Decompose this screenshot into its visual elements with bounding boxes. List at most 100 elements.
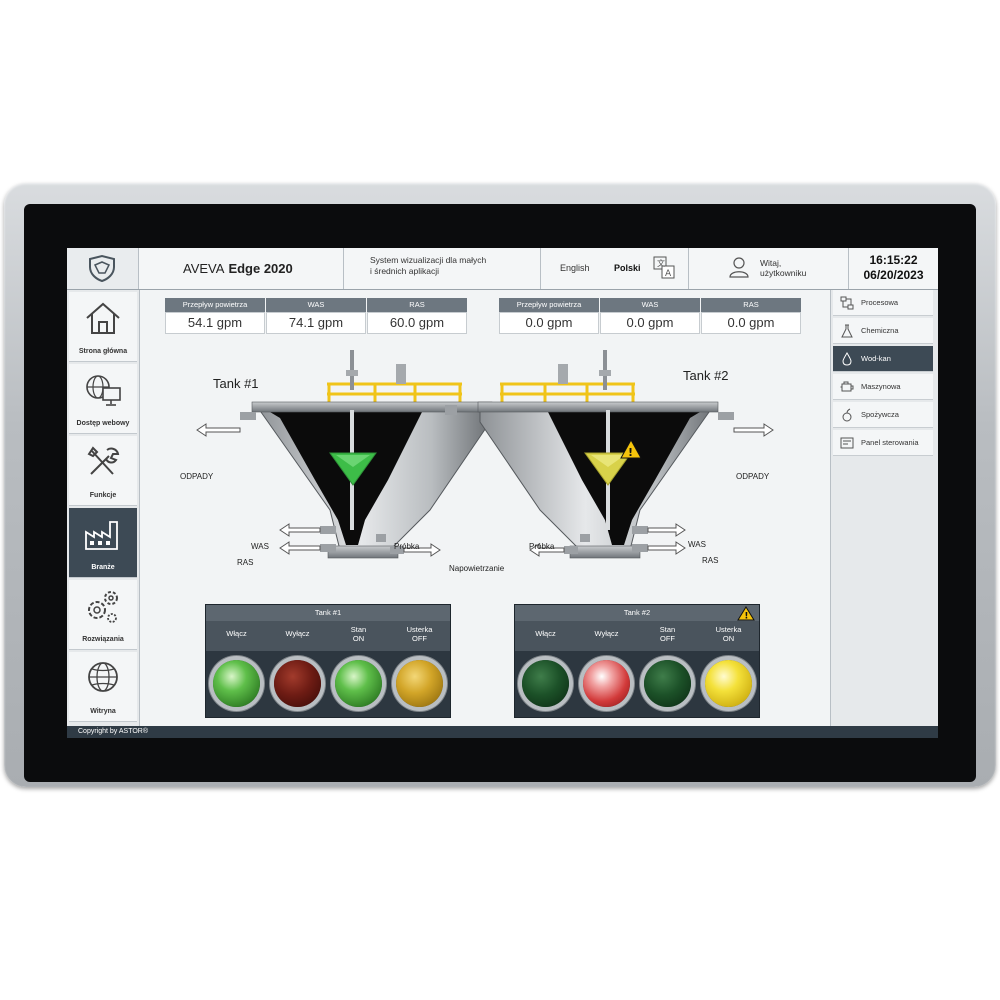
metric-value: 74.1 gpm	[266, 312, 366, 334]
svg-text:!: !	[744, 612, 748, 622]
nav-label: Strona główna	[78, 348, 128, 355]
metric-header: Przepływ powietrza	[499, 298, 599, 312]
stop-lamp[interactable]	[583, 660, 630, 707]
panel-column-header: Wyłącz	[267, 621, 329, 651]
factory-icon	[85, 521, 118, 550]
right-nav-item-process[interactable]: Procesowa	[833, 290, 933, 316]
panel-column-header: Stan OFF	[637, 621, 699, 651]
tank-2-was-label: WAS	[688, 540, 706, 549]
start-lamp[interactable]	[213, 660, 260, 707]
tank-1-sample-label: Próbka	[394, 542, 420, 551]
state-on-lamp	[644, 660, 691, 707]
nav-label: Branże	[91, 564, 115, 571]
language-switcher: English Polski 文 A	[541, 248, 689, 289]
tank-1-ras-label: RAS	[237, 558, 254, 567]
fault-lamp	[396, 660, 443, 707]
nav-label: Dostęp webowy	[76, 420, 130, 427]
stop-lamp[interactable]	[274, 660, 321, 707]
panel-column-header: Włącz	[515, 621, 577, 651]
nav-item-website[interactable]: Witryna	[69, 652, 137, 722]
start-lamp[interactable]	[522, 660, 569, 707]
astor-logo-icon	[89, 254, 115, 283]
logo[interactable]	[67, 248, 139, 289]
nav-item-functions[interactable]: Funkcje	[69, 436, 137, 506]
fault-lamp	[705, 660, 752, 707]
right-nav-item-machinery[interactable]: Maszynowa	[833, 374, 933, 400]
left-navigation: Strona główna Dostęp webowy Funkcje Bran…	[67, 290, 140, 726]
panel-icon	[840, 437, 854, 449]
right-nav-label: Panel sterowania	[861, 438, 919, 447]
aeration-label: Napowietrzanie	[449, 564, 505, 573]
hmi-screen: AVEVA Edge 2020 System wizualizacji dla …	[67, 248, 938, 738]
tank-2-control-panel: Tank #2 ! Włącz Wyłącz Stan OFF Usterka ON	[514, 604, 760, 718]
lang-english-button[interactable]: English	[560, 263, 590, 273]
right-nav-label: Spożywcza	[861, 410, 899, 419]
system-description: System wizualizacji dla małych i średnic…	[344, 248, 541, 289]
brand-product: Edge 2020	[228, 261, 293, 276]
web-icon	[86, 375, 121, 406]
tank-1-waste-label: ODPADY	[180, 472, 214, 481]
tank-1-control-panel: Tank #1 Włącz Wyłącz Stan ON Usterka OFF	[205, 604, 451, 718]
right-nav-label: Maszynowa	[861, 382, 901, 391]
user-greeting-line-2: użytkowniku	[760, 268, 807, 278]
nav-label: Funkcje	[89, 492, 117, 499]
product-title: AVEVA Edge 2020	[139, 248, 344, 289]
nav-label: Rozwiązania	[82, 636, 124, 643]
process-icon	[840, 296, 854, 310]
clock-time: 16:15:22	[869, 253, 918, 267]
panel-column-header: Usterka ON	[698, 621, 759, 651]
metric-header: WAS	[600, 298, 700, 312]
right-nav-item-food[interactable]: Spożywcza	[833, 402, 933, 428]
tools-icon	[87, 446, 120, 475]
metric-header: WAS	[266, 298, 366, 312]
header-bar: AVEVA Edge 2020 System wizualizacji dla …	[67, 248, 938, 290]
gears-icon	[88, 591, 118, 623]
globe-icon	[88, 662, 118, 692]
flask-icon	[841, 324, 853, 338]
user-icon	[729, 257, 749, 278]
tank-2-graphic[interactable]: !	[477, 350, 774, 559]
home-icon	[86, 302, 120, 334]
metric-header: Przepływ powietrza	[165, 298, 265, 312]
user-greeting[interactable]: Witaj, użytkowniku	[689, 248, 849, 289]
right-nav-item-chemical[interactable]: Chemiczna	[833, 318, 933, 344]
svg-text:文: 文	[657, 258, 665, 268]
svg-text:!: !	[628, 446, 633, 459]
tank-1-panel-title: Tank #1	[206, 605, 450, 621]
nav-item-solutions[interactable]: Rozwiązania	[69, 580, 137, 650]
water-icon	[842, 352, 852, 366]
clock: 16:15:22 06/20/2023	[849, 248, 938, 289]
translate-icon[interactable]: 文 A	[653, 256, 675, 280]
description-line-2: i średnich aplikacji	[370, 266, 439, 276]
metric-value: 54.1 gpm	[165, 312, 265, 334]
tank-1-graphic[interactable]	[196, 350, 493, 559]
lang-polish-button[interactable]: Polski	[614, 263, 641, 273]
copyright-footer: Copyright by ASTOR®	[67, 726, 938, 738]
metric-value: 0.0 gpm	[499, 312, 599, 334]
nav-item-home[interactable]: Strona główna	[69, 292, 137, 362]
panel-column-header: Stan ON	[328, 621, 390, 651]
metric-value: 0.0 gpm	[600, 312, 700, 334]
panel-warning-icon[interactable]: !	[737, 606, 755, 621]
right-nav-item-control-panel[interactable]: Panel sterowania	[833, 430, 933, 456]
tank-2-ras-label: RAS	[702, 556, 719, 565]
metric-header: RAS	[367, 298, 467, 312]
engine-icon	[840, 381, 854, 392]
nav-item-web-access[interactable]: Dostęp webowy	[69, 364, 137, 434]
tank-1-was-label: WAS	[251, 542, 269, 551]
tank-2-sample-label: Próbka	[529, 542, 555, 551]
state-on-lamp	[335, 660, 382, 707]
clock-date: 06/20/2023	[863, 268, 924, 282]
nav-item-industries[interactable]: Branże	[69, 508, 137, 578]
food-icon	[842, 408, 852, 422]
right-nav-item-water[interactable]: Wod-kan	[833, 346, 933, 372]
nav-label: Witryna	[90, 708, 116, 715]
main-view: Przepływ powietrza WAS RAS 54.1 gpm 74.1…	[140, 290, 830, 726]
panel-column-header: Usterka OFF	[389, 621, 450, 651]
tank-2-panel-title: Tank #2	[515, 605, 759, 621]
svg-text:A: A	[665, 269, 672, 279]
right-navigation: Procesowa Chemiczna Wod-kan Maszynowa Sp…	[830, 290, 938, 726]
right-nav-label: Procesowa	[861, 298, 899, 307]
right-nav-label: Chemiczna	[861, 326, 899, 335]
brand-prefix: AVEVA	[183, 261, 225, 276]
